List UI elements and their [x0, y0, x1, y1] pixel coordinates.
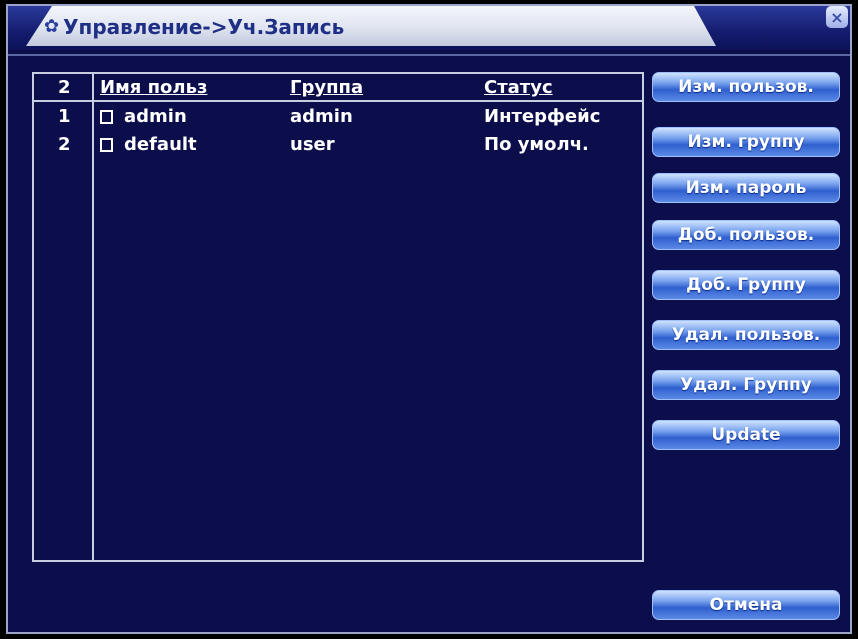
header-group[interactable]: Группа: [290, 77, 363, 98]
row-username: admin: [124, 106, 187, 127]
update-button[interactable]: Update: [652, 420, 840, 450]
header-status[interactable]: Статус: [484, 77, 553, 98]
cancel-button[interactable]: Отмена: [652, 590, 840, 620]
modify-user-button[interactable]: Изм. пользов.: [652, 72, 840, 102]
add-group-button[interactable]: Доб. Группу: [652, 270, 840, 300]
row-group: admin: [290, 106, 353, 127]
table-row[interactable]: 1 admin admin Интерфейс: [34, 104, 642, 132]
row-status: По умолч.: [484, 134, 589, 155]
table-row[interactable]: 2 default user По умолч.: [34, 132, 642, 160]
title-bar: ✿ Управление->Уч.Запись ×: [8, 6, 850, 50]
row-checkbox[interactable]: [100, 138, 113, 152]
delete-group-button[interactable]: Удал. Группу: [652, 370, 840, 400]
close-icon[interactable]: ×: [826, 6, 848, 28]
row-checkbox[interactable]: [100, 110, 113, 124]
row-username: default: [124, 134, 197, 155]
title-divider: [8, 54, 850, 56]
row-status: Интерфейс: [484, 106, 601, 127]
user-table: 2 Имя польз Группа Статус 1 admin admin …: [32, 72, 644, 562]
user-settings-icon: ✿: [44, 16, 60, 37]
user-count: 2: [58, 77, 71, 98]
delete-user-button[interactable]: Удал. пользов.: [652, 320, 840, 350]
table-header: 2 Имя польз Группа Статус: [34, 74, 642, 102]
row-group: user: [290, 134, 335, 155]
window-title: ✿ Управление->Уч.Запись: [44, 12, 344, 42]
row-number: 2: [58, 134, 71, 155]
modify-password-button[interactable]: Изм. пароль: [652, 173, 840, 203]
add-user-button[interactable]: Доб. пользов.: [652, 220, 840, 250]
row-number: 1: [58, 106, 71, 127]
window-title-label: Управление->Уч.Запись: [63, 15, 345, 39]
modify-group-button[interactable]: Изм. группу: [652, 127, 840, 157]
header-username[interactable]: Имя польз: [100, 77, 207, 98]
